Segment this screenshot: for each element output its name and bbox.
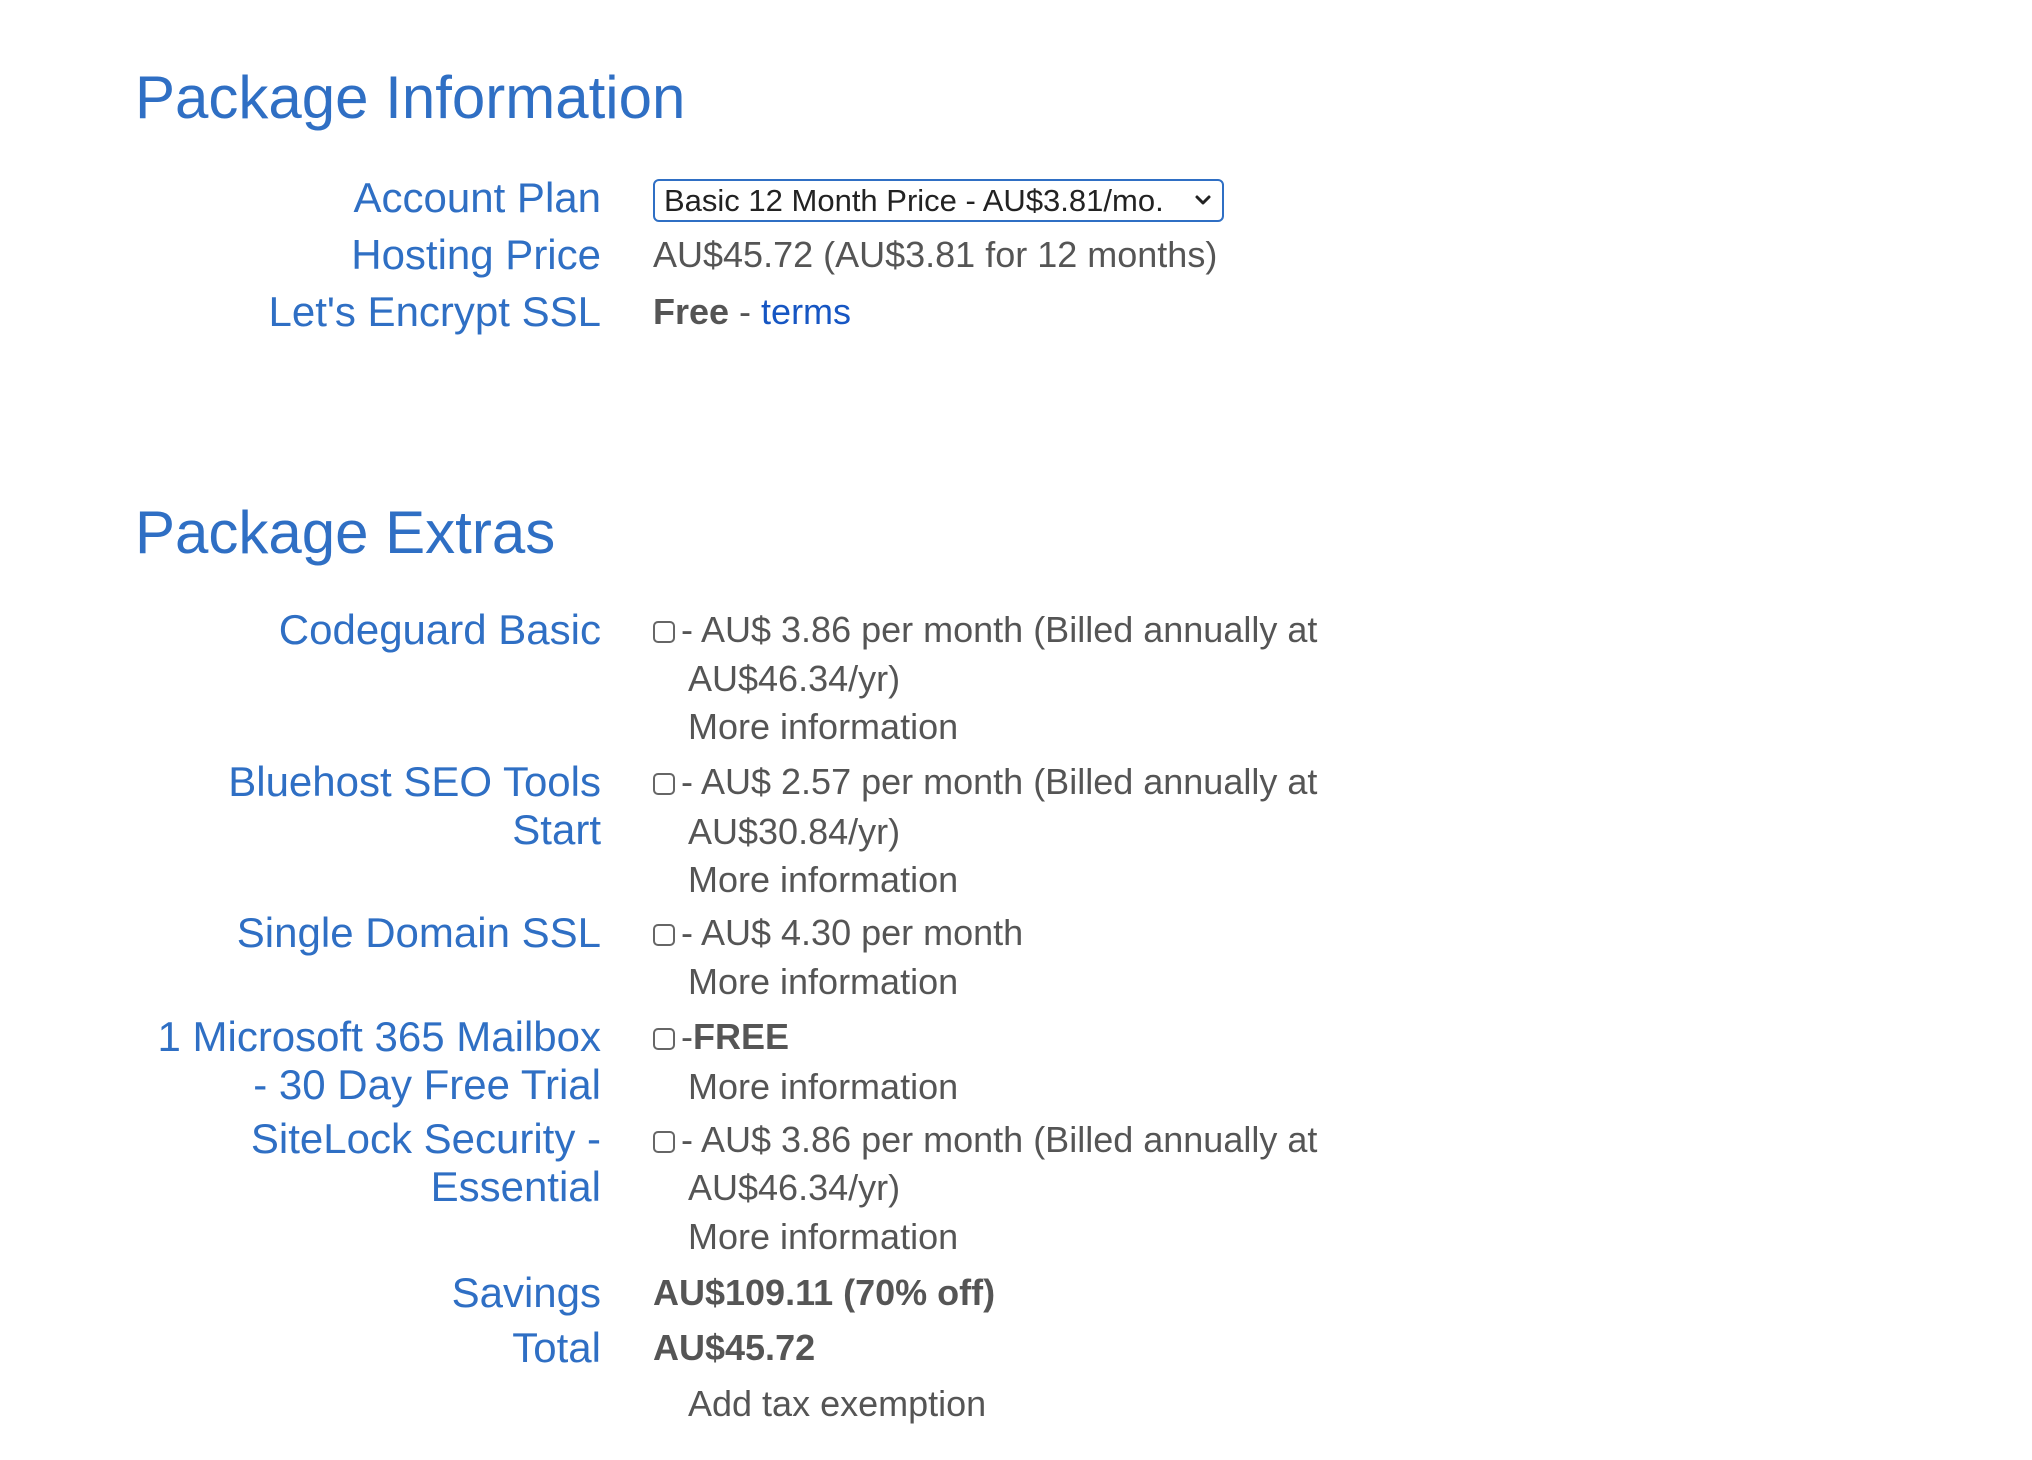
- codeguard-price-line2: AU$46.34/yr): [688, 658, 901, 699]
- seo-tools-more-info-link[interactable]: More information: [688, 856, 958, 904]
- codeguard-label: Codeguard Basic: [278, 606, 601, 653]
- sitelock-price-row: - AU$ 3.86 per month (Billed annually at: [653, 1116, 1317, 1164]
- ssl-separator: -: [729, 291, 762, 332]
- ssl-terms-link[interactable]: terms: [761, 291, 851, 332]
- ssl-label: Let's Encrypt SSL: [268, 288, 601, 335]
- seo-tools-label-line1: Bluehost SEO Tools: [228, 758, 601, 805]
- seo-tools-price-row: - AU$ 2.57 per month (Billed annually at: [653, 758, 1317, 806]
- codeguard-price-row: - AU$ 3.86 per month (Billed annually at: [653, 606, 1317, 654]
- ssl-value-row: Free - terms: [653, 288, 851, 336]
- microsoft-365-label-line2: - 30 Day Free Trial: [253, 1061, 601, 1108]
- codeguard-price-line1: - AU$ 3.86 per month (Billed annually at: [681, 609, 1318, 650]
- ssl-free-value: Free: [653, 291, 730, 332]
- sitelock-more-info-link[interactable]: More information: [688, 1213, 958, 1261]
- sitelock-checkbox[interactable]: [653, 1131, 675, 1153]
- single-domain-ssl-price-row: - AU$ 4.30 per month: [653, 909, 1023, 957]
- codeguard-checkbox[interactable]: [653, 621, 675, 643]
- package-extras-title: Package Extras: [135, 499, 556, 566]
- microsoft-365-checkbox[interactable]: [653, 1028, 675, 1050]
- microsoft-365-label-line1: 1 Microsoft 365 Mailbox: [157, 1013, 601, 1060]
- chevron-down-icon: [1195, 195, 1211, 205]
- sitelock-price-line2: AU$46.34/yr): [688, 1167, 901, 1208]
- seo-tools-price-line1: - AU$ 2.57 per month (Billed annually at: [681, 761, 1318, 802]
- sitelock-price-line1: - AU$ 3.86 per month (Billed annually at: [681, 1119, 1318, 1160]
- single-domain-ssl-checkbox[interactable]: [653, 924, 675, 946]
- total-value: AU$45.72: [653, 1327, 816, 1368]
- microsoft-365-price-prefix: -: [681, 1016, 693, 1057]
- account-plan-selected-value: Basic 12 Month Price - AU$3.81/mo.: [664, 183, 1164, 218]
- seo-tools-checkbox[interactable]: [653, 773, 675, 795]
- codeguard-more-info-link[interactable]: More information: [688, 703, 958, 751]
- add-tax-exemption-link[interactable]: Add tax exemption: [688, 1380, 986, 1428]
- single-domain-ssl-price: - AU$ 4.30 per month: [681, 912, 1024, 953]
- total-label: Total: [512, 1324, 601, 1371]
- hosting-price-label: Hosting Price: [351, 231, 601, 278]
- hosting-price-value: AU$45.72 (AU$3.81 for 12 months): [653, 234, 1218, 275]
- account-plan-label: Account Plan: [353, 174, 602, 221]
- sitelock-label-line1: SiteLock Security -: [250, 1115, 601, 1162]
- microsoft-365-more-info-link[interactable]: More information: [688, 1063, 958, 1111]
- savings-label: Savings: [451, 1269, 601, 1316]
- savings-value: AU$109.11 (70% off): [653, 1272, 996, 1313]
- sitelock-label-line2: Essential: [430, 1163, 601, 1210]
- microsoft-365-price-row: -FREE: [653, 1013, 789, 1061]
- microsoft-365-free-value: FREE: [693, 1016, 790, 1057]
- seo-tools-label-line2: Start: [512, 806, 601, 853]
- total-value-row: AU$45.72: [653, 1324, 815, 1372]
- single-domain-ssl-more-info-link[interactable]: More information: [688, 958, 958, 1006]
- single-domain-ssl-label: Single Domain SSL: [236, 909, 601, 956]
- account-plan-select[interactable]: Basic 12 Month Price - AU$3.81/mo.: [653, 179, 1224, 222]
- package-information-title: Package Information: [135, 64, 686, 131]
- savings-value-row: AU$109.11 (70% off): [653, 1269, 995, 1317]
- seo-tools-price-line2: AU$30.84/yr): [688, 811, 901, 852]
